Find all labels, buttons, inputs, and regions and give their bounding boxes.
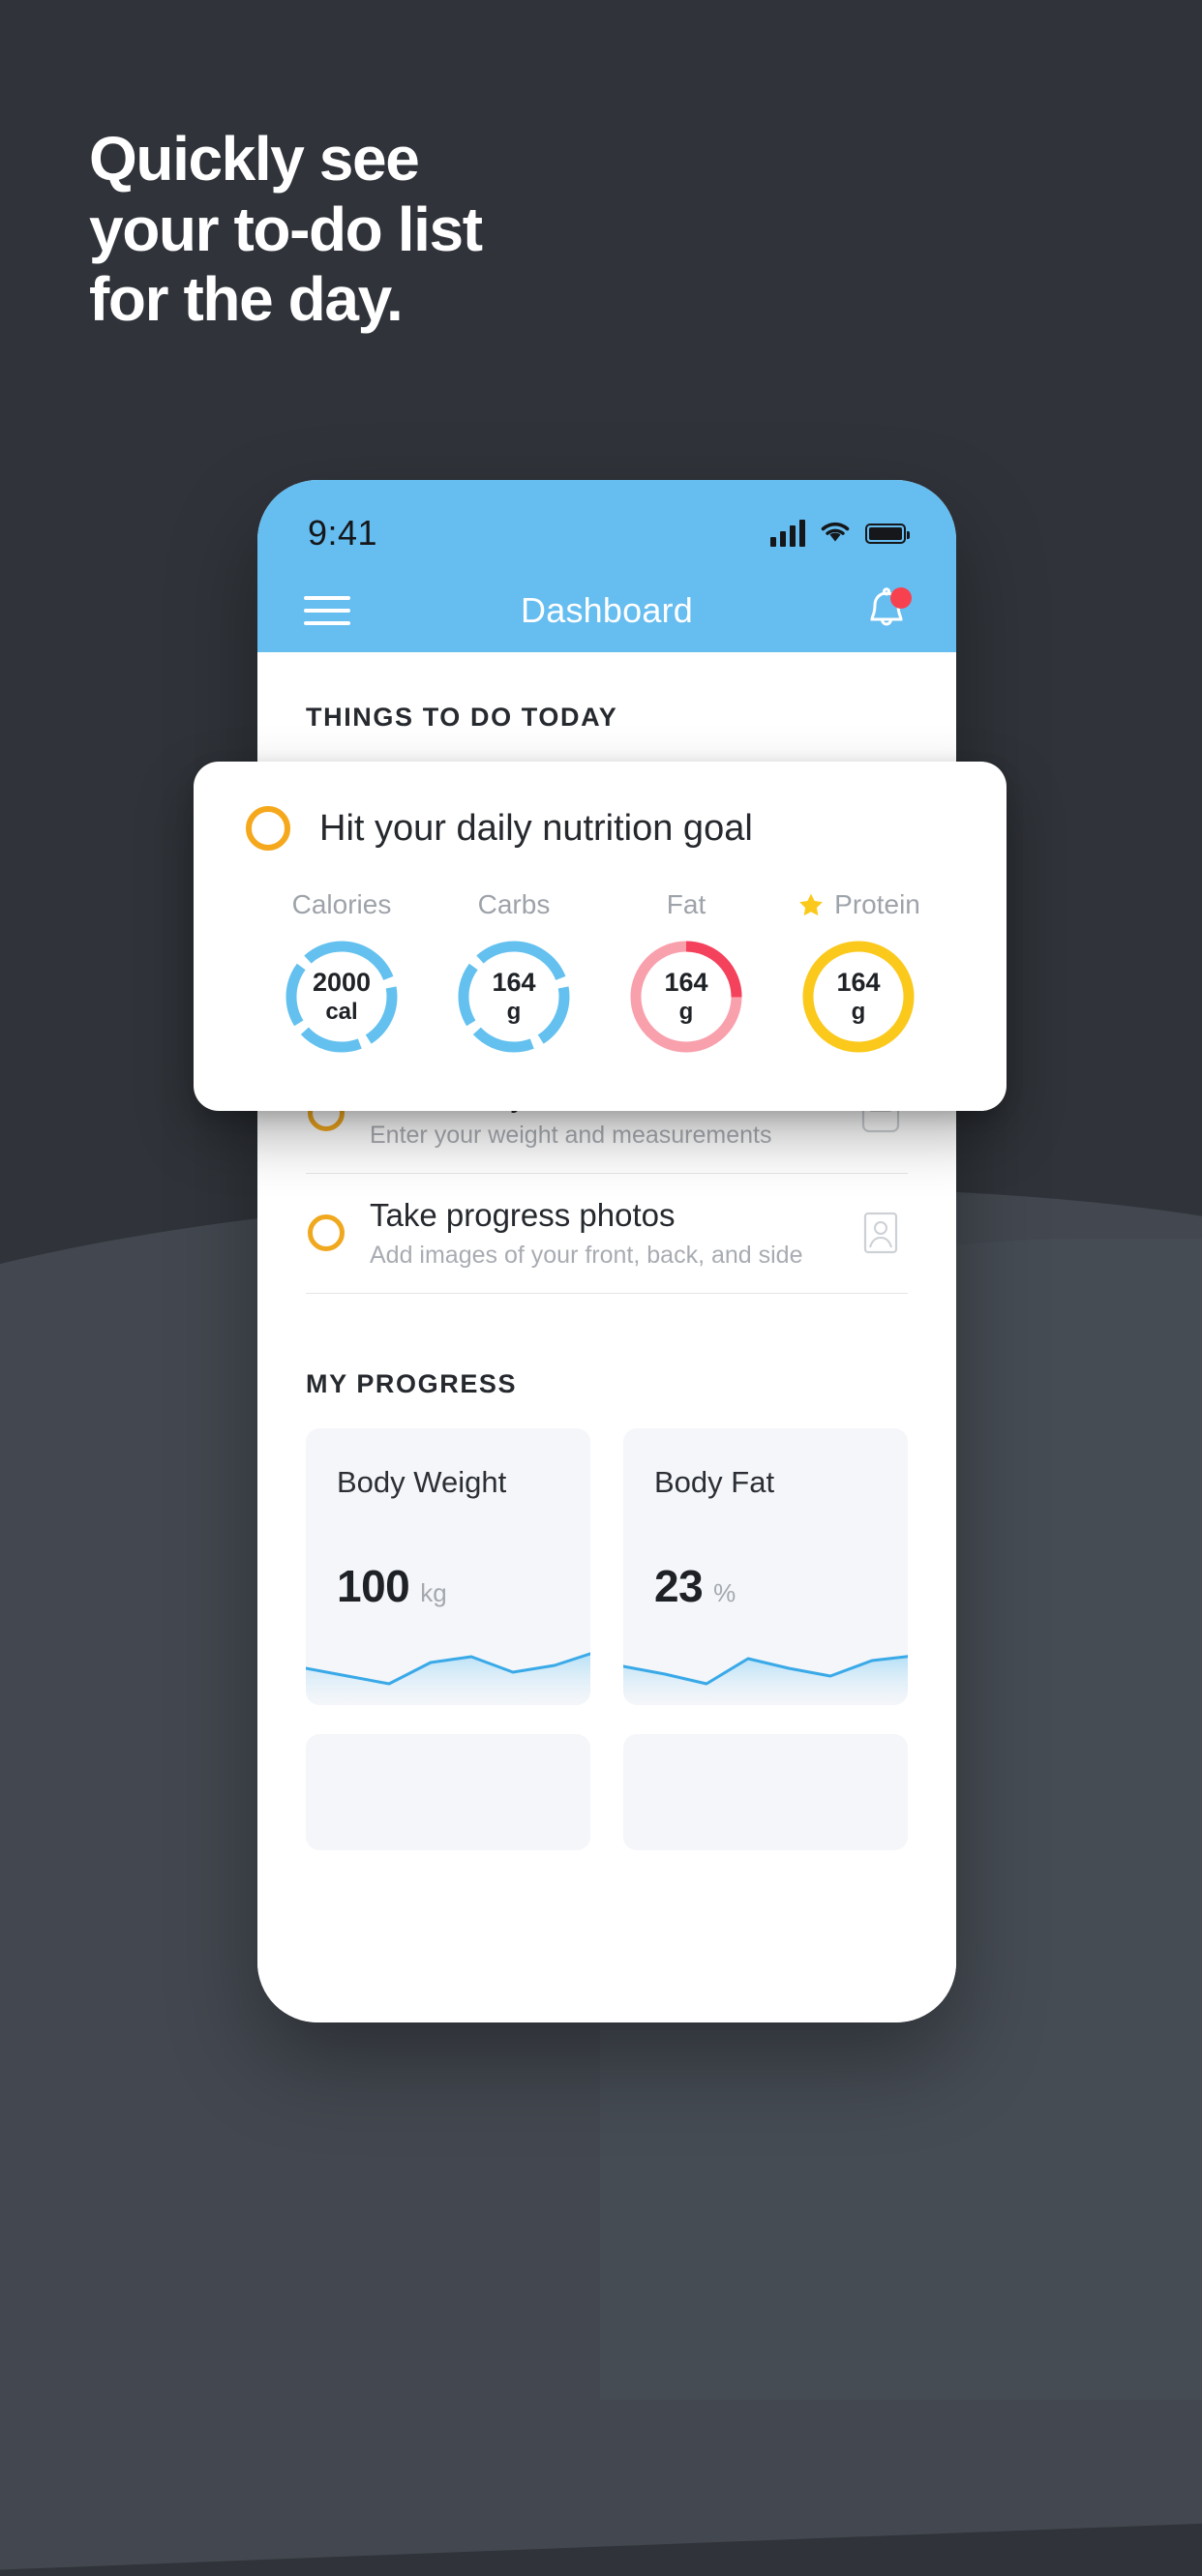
macro-label-group: Calories [292,889,392,920]
star-icon [799,893,823,915]
macro-label-group: Carbs [478,889,551,920]
wifi-icon [819,519,852,549]
progress-card-unit: kg [420,1577,447,1607]
progress-card-value: 23 [654,1560,704,1611]
todo-section-heading: THINGS TO DO TODAY [306,703,618,732]
macro-unit: cal [325,998,358,1025]
macro-value-group: 2000 cal [282,937,402,1057]
macro-value-group: 164 g [454,937,574,1057]
progress-card-body-weight[interactable]: Body Weight 100 kg [306,1427,590,1705]
macro-label: Fat [666,889,706,919]
nutrition-status-ring[interactable] [246,806,290,851]
macro-protein[interactable]: Protein 164 g [776,889,941,1057]
macro-carbs[interactable]: Carbs 164 g [432,889,596,1057]
body-weight-sparkline [306,1652,590,1705]
macro-value: 164 [836,968,881,998]
page-title: Quickly see your to-do list for the day. [89,124,483,335]
signal-bars-icon [770,520,805,547]
phone-mockup: 9:41 Dashboard THINGS TO DO TODAY Enter … [257,480,956,2022]
progress-card-value-group: 23 % [654,1560,736,1612]
progress-card-grid-overflow [257,1705,956,1850]
progress-card-partial[interactable] [623,1733,908,1850]
macro-label-group: Protein [796,889,920,920]
todo-subtitle: Enter your weight and measurements [370,1121,772,1149]
notification-bell-button[interactable] [863,585,912,636]
progress-card-value-group: 100 kg [337,1560,447,1612]
progress-card-label: Body Fat [654,1464,775,1499]
macro-value: 164 [664,968,708,998]
progress-card-grid: Body Weight 100 kg Body Fat 23 % [257,1399,956,1705]
progress-card-partial[interactable] [306,1733,590,1850]
todo-row[interactable]: Take progress photos Add images of your … [306,1174,908,1294]
photo-portrait-icon [863,1213,898,1254]
todo-subtitle: Add images of your front, back, and side [370,1241,803,1269]
progress-section-heading: MY PROGRESS [306,1368,518,1398]
progress-card-unit: % [713,1577,736,1607]
battery-icon [865,523,910,544]
macro-unit: g [506,998,522,1025]
macro-label: Protein [834,889,920,919]
macro-ring-calories: 2000 cal [282,937,402,1057]
status-time: 9:41 [308,513,378,553]
macro-value: 164 [492,968,536,998]
nutrition-card-header: Hit your daily nutrition goal [246,806,954,851]
macro-calories[interactable]: Calories 2000 cal [259,889,424,1057]
progress-card-label: Body Weight [337,1464,507,1499]
todo-text: Take progress photos Add images of your … [370,1197,828,1270]
macro-ring-fat: 164 g [626,937,746,1057]
status-bar: 9:41 [257,480,956,569]
macro-unit: g [678,998,694,1025]
body-fat-sparkline [623,1655,908,1705]
todo-status-ring[interactable] [308,1214,345,1252]
progress-card-body-fat[interactable]: Body Fat 23 % [623,1427,908,1705]
todo-title: Take progress photos [370,1196,676,1233]
macro-label-group: Fat [667,889,706,920]
macro-value: 2000 [312,968,372,998]
progress-card-value: 100 [337,1560,410,1611]
navigation-bar: Dashboard [257,569,956,652]
macro-fat[interactable]: Fat 164 g [604,889,768,1057]
notification-badge [890,587,912,609]
nav-title: Dashboard [521,590,693,630]
nutrition-card-title: Hit your daily nutrition goal [319,807,753,849]
macro-label: Calories [291,889,392,919]
hamburger-menu-icon[interactable] [304,587,350,634]
nutrition-goal-card[interactable]: Hit your daily nutrition goal Calories 2… [194,762,1007,1111]
macro-unit: g [851,998,866,1025]
status-icons [770,519,910,549]
macro-value-group: 164 g [626,937,746,1057]
macro-value-group: 164 g [798,937,918,1057]
macro-ring-grid: Calories 2000 cal Carbs 164 g Fat 164 g … [246,851,954,1057]
macro-ring-protein: 164 g [798,937,918,1057]
macro-label: Carbs [477,889,551,919]
macro-ring-carbs: 164 g [454,937,574,1057]
